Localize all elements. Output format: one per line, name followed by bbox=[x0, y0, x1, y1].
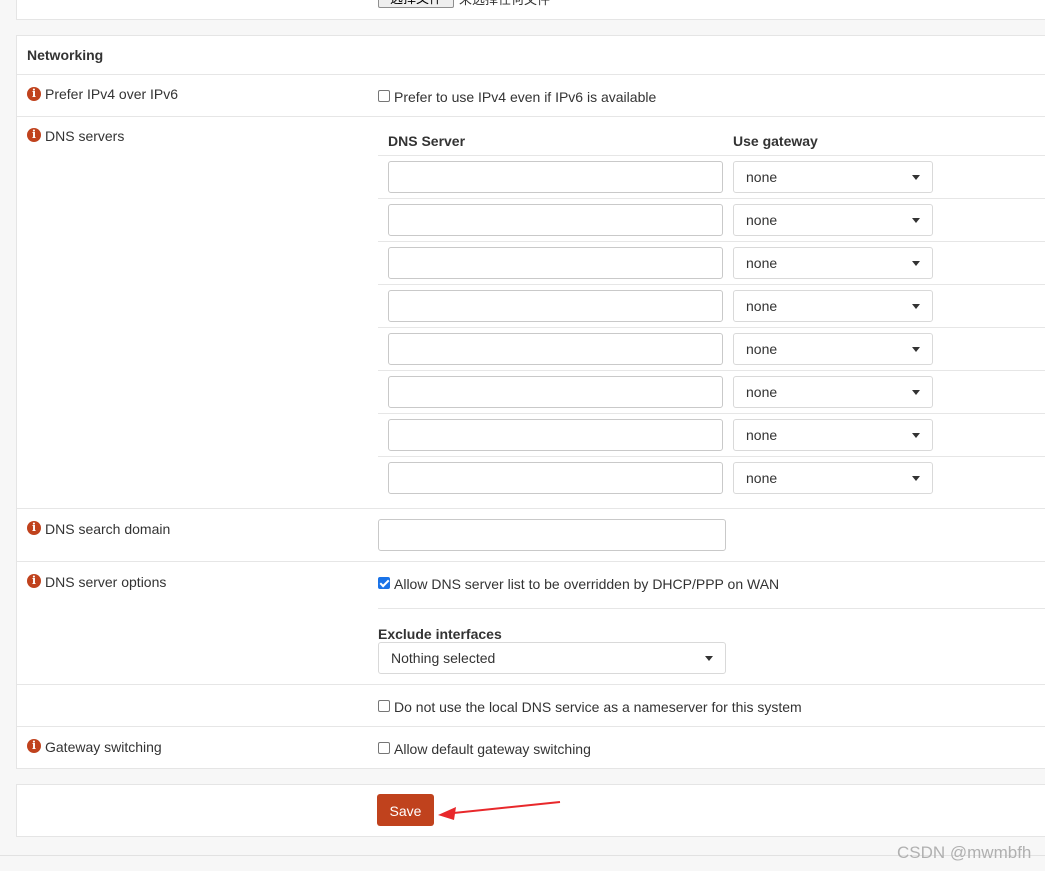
exclude-interfaces-select[interactable]: Nothing selected bbox=[378, 642, 726, 674]
dns-server-input[interactable] bbox=[388, 376, 723, 408]
watermark: CSDN @mwmbfh bbox=[897, 843, 1032, 862]
networking-panel: Networking i Prefer IPv4 over IPv6 Prefe… bbox=[16, 35, 1045, 769]
use-gateway-select[interactable]: none bbox=[733, 204, 933, 236]
info-icon[interactable]: i bbox=[27, 87, 41, 101]
chevron-down-icon bbox=[912, 433, 920, 438]
dns-row-divider bbox=[378, 456, 1045, 457]
use-gateway-value: none bbox=[746, 384, 778, 400]
gateway-switching-checkbox[interactable] bbox=[378, 742, 390, 754]
chevron-down-icon bbox=[912, 175, 920, 180]
label-prefer-ipv4: Prefer IPv4 over IPv6 bbox=[45, 86, 179, 102]
file-status-text: 未选择任何文件 bbox=[459, 0, 550, 8]
dns-row-divider bbox=[378, 370, 1045, 371]
use-gateway-select[interactable]: none bbox=[733, 419, 933, 451]
dns-row-divider bbox=[378, 327, 1045, 328]
use-gateway-value: none bbox=[746, 255, 778, 271]
divider bbox=[378, 608, 1045, 609]
choose-file-button[interactable]: 选择文件 bbox=[378, 0, 454, 8]
dns-server-input[interactable] bbox=[388, 462, 723, 494]
use-gateway-value: none bbox=[746, 341, 778, 357]
gateway-switching-label[interactable]: Allow default gateway switching bbox=[394, 741, 591, 757]
label-dns-search-domain: DNS search domain bbox=[45, 521, 171, 537]
chevron-down-icon bbox=[705, 656, 713, 661]
chevron-down-icon bbox=[912, 304, 920, 309]
no-local-dns-checkbox[interactable] bbox=[378, 700, 390, 712]
use-gateway-value: none bbox=[746, 212, 778, 228]
divider bbox=[17, 684, 1045, 685]
chevron-down-icon bbox=[912, 476, 920, 481]
prefer-ipv4-checkbox-label[interactable]: Prefer to use IPv4 even if IPv6 is avail… bbox=[394, 89, 656, 105]
info-icon[interactable]: i bbox=[27, 521, 41, 535]
annotation-arrow-icon bbox=[438, 801, 561, 820]
chevron-down-icon bbox=[912, 218, 920, 223]
use-gateway-select[interactable]: none bbox=[733, 247, 933, 279]
chevron-down-icon bbox=[912, 390, 920, 395]
column-header-use-gateway: Use gateway bbox=[733, 133, 818, 149]
dns-row-divider bbox=[378, 155, 1045, 156]
use-gateway-select[interactable]: none bbox=[733, 462, 933, 494]
file-upload-panel: 选择文件 未选择任何文件 bbox=[16, 0, 1045, 20]
label-gateway-switching: Gateway switching bbox=[45, 739, 162, 755]
column-header-dns-server: DNS Server bbox=[388, 133, 466, 149]
dns-server-input[interactable] bbox=[388, 333, 723, 365]
info-icon[interactable]: i bbox=[27, 739, 41, 753]
no-local-dns-label[interactable]: Do not use the local DNS service as a na… bbox=[394, 699, 802, 715]
dns-server-input[interactable] bbox=[388, 204, 723, 236]
allow-dns-override-label[interactable]: Allow DNS server list to be overridden b… bbox=[394, 576, 779, 592]
divider bbox=[17, 561, 1045, 562]
prefer-ipv4-checkbox[interactable] bbox=[378, 90, 390, 102]
use-gateway-select[interactable]: none bbox=[733, 290, 933, 322]
dns-server-input[interactable] bbox=[388, 161, 723, 193]
divider bbox=[17, 116, 1045, 117]
dns-server-input[interactable] bbox=[388, 290, 723, 322]
use-gateway-value: none bbox=[746, 169, 778, 185]
exclude-interfaces-label: Exclude interfaces bbox=[378, 626, 502, 642]
footer-divider bbox=[0, 855, 1045, 856]
dns-server-input[interactable] bbox=[388, 247, 723, 279]
divider bbox=[17, 726, 1045, 727]
dns-row-divider bbox=[378, 284, 1045, 285]
section-title-networking: Networking bbox=[27, 47, 104, 63]
use-gateway-select[interactable]: none bbox=[733, 161, 933, 193]
chevron-down-icon bbox=[912, 347, 920, 352]
label-dns-servers: DNS servers bbox=[45, 128, 125, 144]
info-icon[interactable]: i bbox=[27, 128, 41, 142]
use-gateway-value: none bbox=[746, 298, 778, 314]
chevron-down-icon bbox=[912, 261, 920, 266]
dns-search-domain-input[interactable] bbox=[378, 519, 726, 551]
use-gateway-value: none bbox=[746, 427, 778, 443]
divider bbox=[17, 508, 1045, 509]
use-gateway-value: none bbox=[746, 470, 778, 486]
use-gateway-select[interactable]: none bbox=[733, 333, 933, 365]
dns-row-divider bbox=[378, 198, 1045, 199]
exclude-interfaces-value: Nothing selected bbox=[391, 650, 496, 666]
label-dns-server-options: DNS server options bbox=[45, 574, 167, 590]
save-button[interactable]: Save bbox=[377, 794, 434, 826]
dns-row-divider bbox=[378, 241, 1045, 242]
dns-row-divider bbox=[378, 413, 1045, 414]
divider bbox=[17, 74, 1045, 75]
info-icon[interactable]: i bbox=[27, 574, 41, 588]
use-gateway-select[interactable]: none bbox=[733, 376, 933, 408]
allow-dns-override-checkbox[interactable] bbox=[378, 577, 390, 589]
dns-server-input[interactable] bbox=[388, 419, 723, 451]
